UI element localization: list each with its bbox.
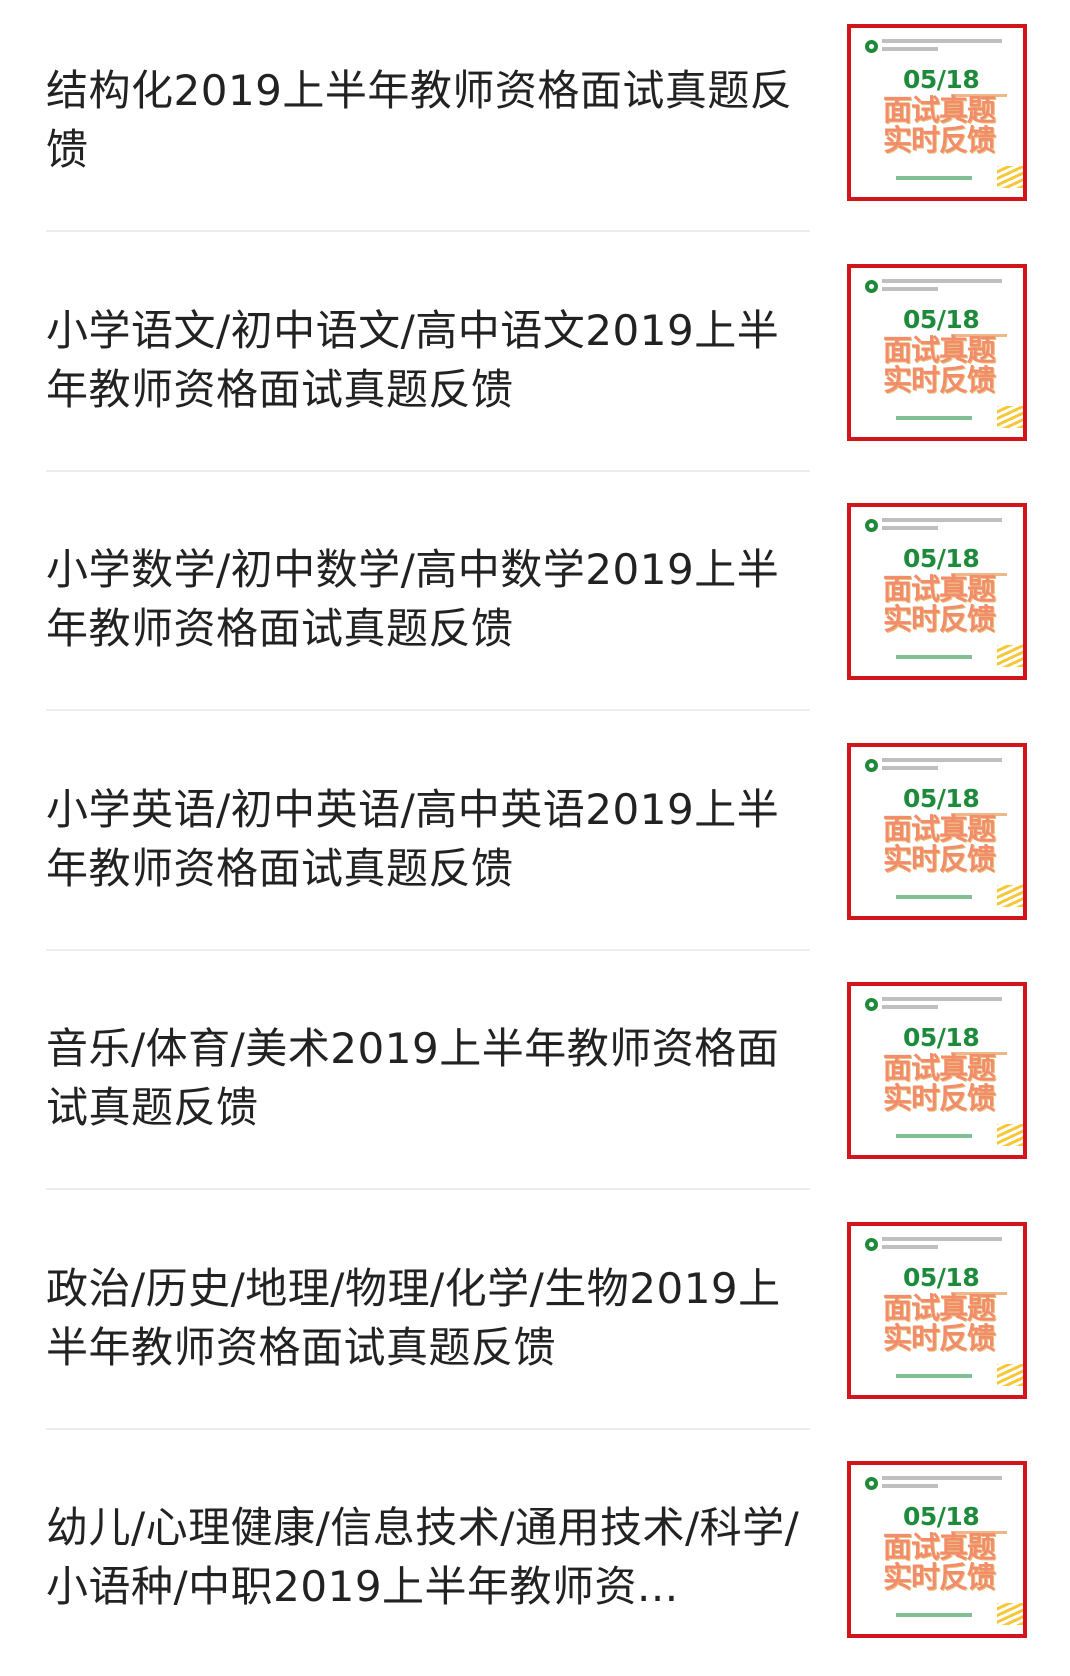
row-divider [46,949,810,951]
article-title: 小学语文/初中语文/高中语文2019上半年教师资格面试真题反馈 [46,305,780,414]
thumbnail-header-text [882,518,1002,522]
article-thumbnail: 05/18 面试真题 实时反馈 [847,264,1027,441]
thumbnail-header-text [882,997,1002,1001]
thumbnail-header-text [882,526,938,530]
thumbnail-header-text [882,39,1002,43]
thumbnail-header-text [882,287,938,291]
green-circle-logo-icon [865,1238,878,1251]
green-circle-logo-icon [865,1477,878,1490]
stripes-decoration [997,1603,1023,1625]
row-divider [46,470,810,472]
stripes-decoration [997,166,1023,188]
article-list: 结构化2019上半年教师资格面试真题反馈 05/18 面试真题 实时反馈 小学语… [0,0,1070,1665]
list-item[interactable]: 政治/历史/地理/物理/化学/生物2019上半年教师资格面试真题反馈 05/18… [0,1198,1070,1437]
green-circle-logo-icon [865,280,878,293]
thumbnail-headline: 实时反馈 [882,123,996,157]
thumbnail-date: 05/18 [903,1023,980,1052]
thumbnail-headline: 实时反馈 [882,842,996,876]
thumbnail-footer-text [896,1613,972,1617]
row-divider [46,1188,810,1190]
thumbnail-headline: 实时反馈 [882,1560,996,1594]
thumbnail-date: 05/18 [903,784,980,813]
row-divider [46,230,810,232]
thumbnail-header-text [882,766,938,770]
thumbnail-headline: 实时反馈 [882,602,996,636]
article-title: 结构化2019上半年教师资格面试真题反馈 [46,65,793,174]
thumbnail-footer-text [896,176,972,180]
thumbnail-header-text [882,758,1002,762]
row-divider [46,1428,810,1430]
green-circle-logo-icon [865,998,878,1011]
stripes-decoration [997,645,1023,667]
thumbnail-header-text [882,1476,1002,1480]
article-thumbnail: 05/18 面试真题 实时反馈 [847,982,1027,1159]
thumbnail-headline: 面试真题 [882,1051,996,1085]
article-title: 音乐/体育/美术2019上半年教师资格面试真题反馈 [46,1023,780,1132]
list-item[interactable]: 小学英语/初中英语/高中英语2019上半年教师资格面试真题反馈 05/18 面试… [0,719,1070,958]
stripes-decoration [997,885,1023,907]
thumbnail-header-text [882,1005,938,1009]
green-circle-logo-icon [865,519,878,532]
article-thumbnail: 05/18 面试真题 实时反馈 [847,1222,1027,1399]
thumbnail-headline: 面试真题 [882,93,996,127]
stripes-decoration [997,1124,1023,1146]
thumbnail-date: 05/18 [903,65,980,94]
thumbnail-footer-text [896,1134,972,1138]
thumbnail-header-text [882,1237,1002,1241]
thumbnail-headline: 实时反馈 [882,1321,996,1355]
thumbnail-date: 05/18 [903,1502,980,1531]
thumbnail-footer-text [896,1374,972,1378]
thumbnail-headline: 面试真题 [882,812,996,846]
thumbnail-headline: 面试真题 [882,333,996,367]
article-thumbnail: 05/18 面试真题 实时反馈 [847,1461,1027,1638]
list-item[interactable]: 音乐/体育/美术2019上半年教师资格面试真题反馈 05/18 面试真题 实时反… [0,958,1070,1197]
article-thumbnail: 05/18 面试真题 实时反馈 [847,24,1027,201]
article-title: 幼儿/心理健康/信息技术/通用技术/科学/小语种/中职2019上半年教师资... [46,1502,800,1611]
thumbnail-footer-text [896,655,972,659]
thumbnail-headline: 面试真题 [882,572,996,606]
green-circle-logo-icon [865,40,878,53]
article-thumbnail: 05/18 面试真题 实时反馈 [847,743,1027,920]
thumbnail-header-text [882,279,1002,283]
article-title: 政治/历史/地理/物理/化学/生物2019上半年教师资格面试真题反馈 [46,1263,781,1372]
thumbnail-date: 05/18 [903,544,980,573]
list-item[interactable]: 小学数学/初中数学/高中数学2019上半年教师资格面试真题反馈 05/18 面试… [0,479,1070,718]
thumbnail-header-text [882,1245,938,1249]
article-title: 小学英语/初中英语/高中英语2019上半年教师资格面试真题反馈 [46,784,780,893]
thumbnail-footer-text [896,416,972,420]
thumbnail-date: 05/18 [903,305,980,334]
stripes-decoration [997,406,1023,428]
green-circle-logo-icon [865,759,878,772]
thumbnail-date: 05/18 [903,1263,980,1292]
article-thumbnail: 05/18 面试真题 实时反馈 [847,503,1027,680]
thumbnail-headline: 面试真题 [882,1530,996,1564]
thumbnail-headline: 实时反馈 [882,363,996,397]
thumbnail-header-text [882,47,938,51]
thumbnail-headline: 实时反馈 [882,1081,996,1115]
thumbnail-headline: 面试真题 [882,1291,996,1325]
stripes-decoration [997,1364,1023,1386]
thumbnail-footer-text [896,895,972,899]
list-item[interactable]: 幼儿/心理健康/信息技术/通用技术/科学/小语种/中职2019上半年教师资...… [0,1437,1070,1676]
thumbnail-header-text [882,1484,938,1488]
list-item[interactable]: 小学语文/初中语文/高中语文2019上半年教师资格面试真题反馈 05/18 面试… [0,240,1070,479]
list-item[interactable]: 结构化2019上半年教师资格面试真题反馈 05/18 面试真题 实时反馈 [0,0,1070,239]
row-divider [46,709,810,711]
article-title: 小学数学/初中数学/高中数学2019上半年教师资格面试真题反馈 [46,544,780,653]
